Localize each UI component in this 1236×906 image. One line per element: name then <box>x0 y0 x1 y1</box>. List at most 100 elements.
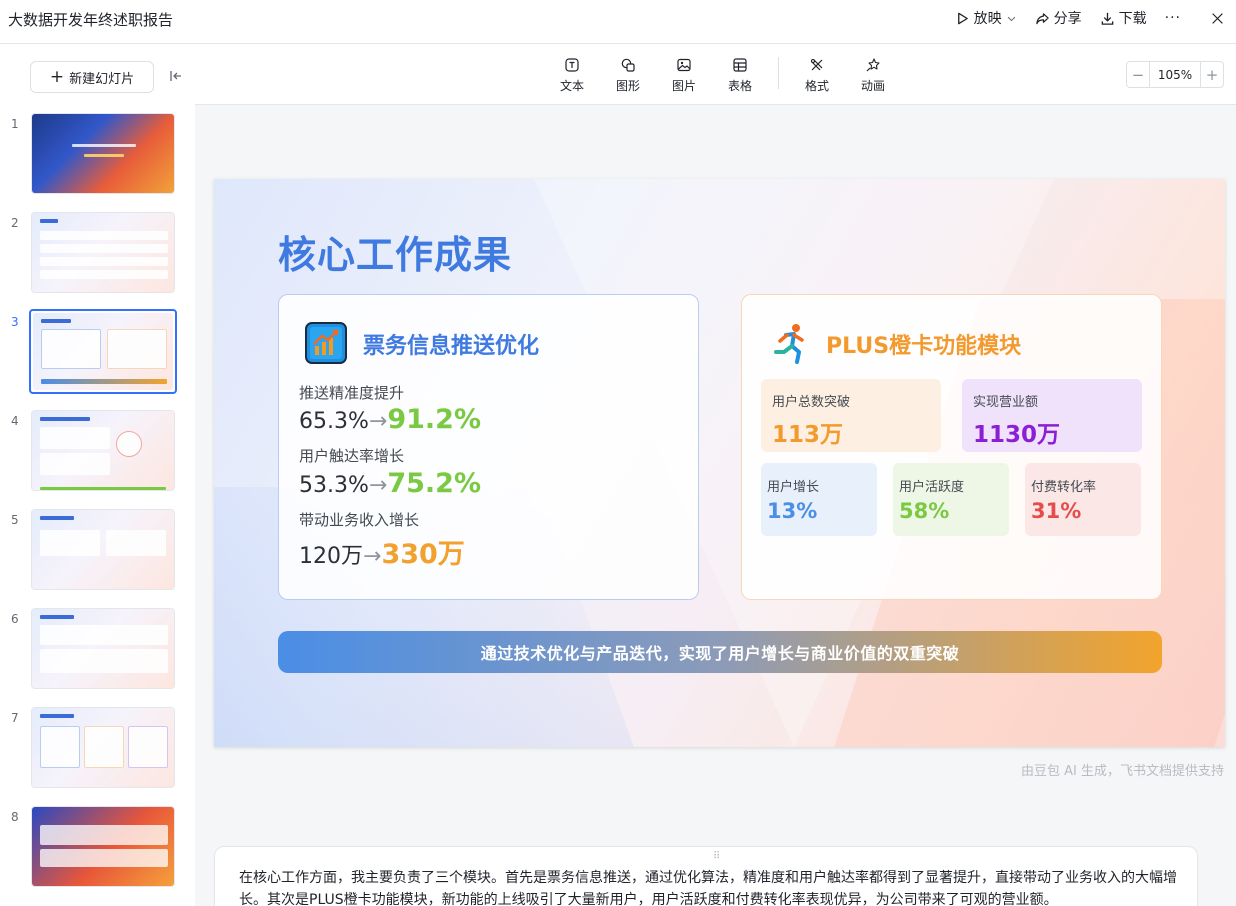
slide-thumbnail-row[interactable]: 8 <box>0 806 195 896</box>
zoom-out-button[interactable]: − <box>1127 62 1149 87</box>
metric-label: 用户触达率增长 <box>299 447 405 465</box>
slide-thumbnail-row[interactable]: 7 <box>0 707 195 797</box>
plus-orange-card[interactable]: PLUS橙卡功能模块 用户总数突破 113万 实现营业额 1130万 用户增长 … <box>741 294 1162 600</box>
slide-thumbnail-row[interactable]: 3 <box>0 309 195 401</box>
growth-chart-icon <box>305 322 347 364</box>
new-slide-button[interactable]: + 新建幻灯片 <box>30 61 154 93</box>
slide-thumbnail-row[interactable]: 2 <box>0 212 195 302</box>
speaker-notes-panel[interactable]: ⠿ 在核心工作方面，我主要负责了三个模块。首先是票务信息推送，通过优化算法，精准… <box>214 846 1198 906</box>
table-icon <box>733 58 747 72</box>
animation-tool-label: 动画 <box>860 79 885 93</box>
animation-icon <box>866 58 880 72</box>
document-title[interactable]: 大数据开发年终述职报告 <box>8 9 173 30</box>
slide-thumbnail[interactable] <box>31 113 175 194</box>
text-tool-button[interactable]: 文本 <box>552 57 592 94</box>
speaker-notes-text[interactable]: 在核心工作方面，我主要负责了三个模块。首先是票务信息推送，通过优化算法，精准度和… <box>239 867 1179 906</box>
format-tool-label: 格式 <box>804 79 829 93</box>
text-tool-label: 文本 <box>559 79 584 93</box>
metric-value: 65.3%→91.2% <box>299 404 481 435</box>
stat-label: 实现营业额 <box>973 395 1039 410</box>
shape-tool-label: 图形 <box>615 79 640 93</box>
slide-title[interactable]: 核心工作成果 <box>278 224 512 279</box>
summary-banner[interactable]: 通过技术优化与产品迭代，实现了用户增长与商业价值的双重突破 <box>278 631 1162 673</box>
slide-thumbnail[interactable] <box>31 509 175 590</box>
resize-handle-icon[interactable]: ⠿ <box>713 851 721 862</box>
table-tool-label: 表格 <box>727 79 752 93</box>
metric-label: 推送精准度提升 <box>299 384 405 402</box>
title-bar-actions: 放映 分享 下载 ··· <box>955 0 1236 36</box>
close-icon <box>1212 12 1223 24</box>
ticket-push-card[interactable]: 票务信息推送优化 推送精准度提升 65.3%→91.2% 用户触达率增长 53.… <box>278 294 699 600</box>
slide-sidebar: + 新建幻灯片 1 2 3 4 5 6 7 8 <box>0 44 195 906</box>
table-tool-button[interactable]: 表格 <box>720 57 760 94</box>
stat-value: 31% <box>1031 499 1082 523</box>
insert-toolbar: 文本 图形 图片 表格 格式 动画 − 105% + <box>195 44 1236 105</box>
card-title: 票务信息推送优化 <box>363 334 540 359</box>
slide-thumbnail-row[interactable]: 5 <box>0 509 195 599</box>
more-button[interactable]: ··· <box>1165 10 1181 26</box>
chevron-down-icon <box>1007 16 1015 21</box>
shape-tool-button[interactable]: 图形 <box>608 57 648 94</box>
play-icon <box>957 12 968 24</box>
zoom-in-button[interactable]: + <box>1201 62 1223 87</box>
plus-icon: + <box>49 66 65 87</box>
image-icon <box>677 58 691 72</box>
animation-tool-button[interactable]: 动画 <box>853 57 893 94</box>
slide-number: 5 <box>11 513 19 527</box>
arrow-icon: → <box>363 544 382 569</box>
new-slide-label: 新建幻灯片 <box>69 71 135 87</box>
arrow-icon: → <box>368 409 388 434</box>
present-label: 放映 <box>973 11 1002 27</box>
image-tool-label: 图片 <box>671 79 696 93</box>
metric-to: 91.2% <box>387 404 481 435</box>
card-title: PLUS橙卡功能模块 <box>826 334 1022 359</box>
download-button[interactable]: 下载 <box>1100 8 1147 28</box>
stat-value: 1130万 <box>973 422 1061 448</box>
metric-to: 330万 <box>381 539 465 570</box>
stat-label: 用户活跃度 <box>899 480 965 495</box>
share-label: 分享 <box>1053 11 1082 27</box>
slide-thumbnail-active[interactable] <box>29 309 177 394</box>
slide-thumbnail[interactable] <box>31 608 175 689</box>
present-button[interactable]: 放映 <box>955 8 1017 28</box>
stat-revenue: 实现营业额 1130万 <box>962 379 1142 452</box>
slide-thumbnail-row[interactable]: 4 <box>0 410 195 500</box>
slide-number: 3 <box>11 315 19 329</box>
stat-value: 13% <box>767 499 818 523</box>
slide-canvas[interactable]: 核心工作成果 票务信息推送优化 推送精准度提升 65.3%→91.2% 用户触达… <box>214 179 1225 747</box>
metric-from: 53.3% <box>299 473 369 498</box>
collapse-sidebar-icon[interactable] <box>168 68 184 84</box>
metric-value: 120万→330万 <box>299 532 465 571</box>
share-icon <box>1035 12 1049 24</box>
close-button[interactable] <box>1211 12 1224 25</box>
toolbar-divider <box>778 57 779 89</box>
format-tool-button[interactable]: 格式 <box>797 57 837 94</box>
runner-icon <box>774 324 804 364</box>
metric-from: 65.3% <box>299 409 369 434</box>
slide-number: 4 <box>11 414 19 428</box>
metric-to: 75.2% <box>387 468 481 499</box>
title-bar: 大数据开发年终述职报告 放映 分享 下载 ··· <box>0 0 1236 44</box>
share-button[interactable]: 分享 <box>1035 8 1082 28</box>
ai-generated-note: 由豆包 AI 生成，飞书文档提供支持 <box>1021 764 1224 779</box>
slide-number: 1 <box>11 117 19 131</box>
slide-thumbnail-row[interactable]: 1 <box>0 113 195 203</box>
metric-value: 53.3%→75.2% <box>299 468 481 499</box>
stat-value: 58% <box>899 499 950 523</box>
slide-number: 2 <box>11 216 19 230</box>
metric-from: 120万 <box>299 544 363 569</box>
slide-thumbnail[interactable] <box>31 410 175 491</box>
stat-label: 用户总数突破 <box>772 395 851 410</box>
format-icon <box>810 58 823 71</box>
stat-value: 113万 <box>772 422 844 448</box>
slide-number: 6 <box>11 612 19 626</box>
zoom-level[interactable]: 105% <box>1149 62 1201 87</box>
arrow-icon: → <box>368 473 388 498</box>
slide-thumbnail-row[interactable]: 6 <box>0 608 195 698</box>
download-label: 下载 <box>1118 11 1147 27</box>
image-tool-button[interactable]: 图片 <box>664 57 704 94</box>
stat-user-activity: 用户活跃度 58% <box>893 463 1009 536</box>
slide-thumbnail[interactable] <box>31 707 175 788</box>
slide-thumbnail[interactable] <box>31 212 175 293</box>
slide-thumbnail[interactable] <box>31 806 175 887</box>
